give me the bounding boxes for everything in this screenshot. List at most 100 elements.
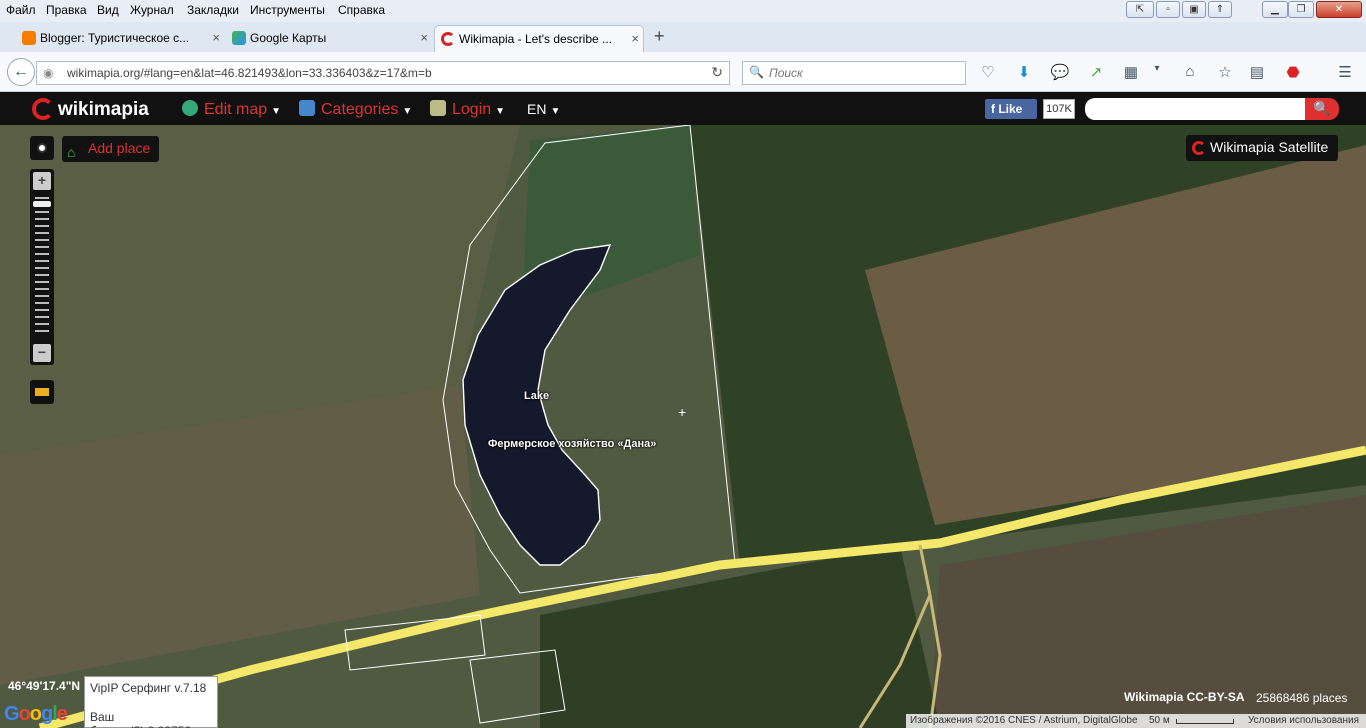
zoom-out-button[interactable]: −: [33, 344, 51, 362]
browser-search-input[interactable]: 🔍 Поиск: [742, 61, 966, 85]
like-count: 107K: [1043, 99, 1075, 119]
adblock-icon[interactable]: ⬣: [1282, 63, 1304, 81]
url-bar[interactable]: ◉ wikimapia.org/#lang=en&lat=46.821493&l…: [36, 61, 730, 85]
zoom-tick: [35, 197, 49, 199]
zoom-slider-handle[interactable]: [33, 200, 51, 207]
ruler-icon: [35, 388, 49, 396]
wikimapia-search-input[interactable]: [1085, 98, 1306, 120]
facebook-like-button[interactable]: f Like: [985, 99, 1037, 119]
chevron-down-icon: ▼: [495, 106, 506, 117]
login-label: Login: [452, 101, 492, 118]
add-place-button[interactable]: ⌂ Add place: [62, 136, 159, 162]
pocket-icon[interactable]: ♡: [977, 63, 999, 81]
chevron-down-icon: ▼: [271, 106, 282, 117]
language-selector[interactable]: EN ▼: [527, 101, 560, 117]
zoom-tick: [35, 274, 49, 276]
bookmarks-list-icon[interactable]: ▤: [1246, 63, 1268, 81]
scale-label: 50 м: [1149, 715, 1170, 726]
extension-icon[interactable]: ▦: [1120, 63, 1142, 81]
reload-icon[interactable]: ↻: [711, 64, 723, 81]
search-placeholder: Поиск: [769, 66, 803, 80]
google-maps-icon: [232, 31, 246, 45]
tab-blogger[interactable]: Blogger: Туристическое с... ×: [16, 25, 224, 52]
zoom-tick: [35, 211, 49, 213]
tab-close-icon[interactable]: ×: [420, 25, 428, 51]
back-button[interactable]: ←: [7, 58, 35, 86]
menu-tools[interactable]: Инструменты: [250, 3, 325, 17]
zoom-tick: [35, 225, 49, 227]
edit-map-label: Edit map: [204, 101, 268, 118]
zoom-in-button[interactable]: +: [33, 172, 51, 190]
search-engine-icon: 🔍: [749, 65, 764, 79]
attribution-bar: Изображения ©2016 CNES / Astrium, Digita…: [906, 714, 1366, 728]
login-menu[interactable]: Login ▼: [430, 100, 505, 119]
scale-bar: [1176, 719, 1234, 724]
satellite-map[interactable]: ⌂ Add place Wikimapia Satellite + − Lake…: [0, 125, 1366, 728]
zoom-tick: [35, 267, 49, 269]
tab-label: Google Карты: [250, 31, 327, 45]
edit-map-menu[interactable]: Edit map ▼: [182, 100, 281, 119]
window-tool-icon[interactable]: ▣: [1182, 1, 1206, 18]
wikimapia-header: wikimapia Edit map ▼ Categories ▼ Login ▼ E…: [0, 92, 1366, 125]
add-place-icon: ⌂: [67, 144, 76, 160]
terms-link[interactable]: Условия использования: [1248, 715, 1359, 726]
chat-icon[interactable]: 💬: [1049, 63, 1071, 81]
satellite-layer-button[interactable]: Wikimapia Satellite: [1186, 135, 1338, 161]
zoom-tick: [35, 260, 49, 262]
menu-bookmarks[interactable]: Закладки: [187, 3, 239, 17]
vipip-widget[interactable]: VipIP Серфинг v.7.18 Ваш баланс($):2.027…: [84, 676, 218, 728]
lake-label[interactable]: Lake: [524, 390, 549, 402]
places-count: 25868486 places: [1256, 691, 1348, 705]
zoom-control[interactable]: + −: [30, 169, 54, 365]
location-button[interactable]: [30, 136, 54, 160]
zoom-tick: [35, 323, 49, 325]
coordinates-readout: 46°49'17.4"N: [8, 679, 81, 693]
tab-close-icon[interactable]: ×: [631, 26, 639, 52]
like-label: Like: [998, 102, 1023, 116]
chevron-down-icon: ▼: [550, 106, 561, 117]
login-icon: [430, 100, 446, 116]
target-icon: [37, 143, 47, 153]
add-place-label: Add place: [88, 140, 151, 156]
zoom-tick: [35, 295, 49, 297]
tab-close-icon[interactable]: ×: [212, 25, 220, 51]
ruler-button[interactable]: [30, 380, 54, 404]
satellite-layer-label: Wikimapia Satellite: [1210, 139, 1329, 155]
globe-edit-icon: [182, 100, 198, 116]
zoom-tick: [35, 309, 49, 311]
menu-hamburger-icon[interactable]: ☰: [1334, 63, 1356, 81]
close-window-button[interactable]: ✕: [1316, 1, 1362, 18]
tab-google-maps[interactable]: Google Карты ×: [226, 25, 432, 52]
menu-history[interactable]: Журнал: [130, 3, 174, 17]
restore-tool-icon[interactable]: ⇱: [1126, 1, 1154, 18]
zoom-tick: [35, 253, 49, 255]
home-icon[interactable]: ⌂: [1179, 63, 1201, 80]
menu-help[interactable]: Справка: [338, 3, 385, 17]
blogger-icon: [22, 31, 36, 45]
up-tool-icon[interactable]: ⇑: [1208, 1, 1232, 18]
zoom-tick: [35, 232, 49, 234]
search-button[interactable]: 🔍: [1305, 98, 1339, 120]
maximize-button[interactable]: ❐: [1288, 1, 1314, 18]
categories-icon: [299, 100, 315, 116]
bookmark-star-icon[interactable]: ☆: [1214, 63, 1236, 81]
url-text: wikimapia.org/#lang=en&lat=46.821493&lon…: [67, 66, 432, 80]
wikimapia-icon: [441, 32, 455, 46]
navigation-bar: ← ◉ wikimapia.org/#lang=en&lat=46.821493…: [0, 52, 1366, 92]
new-tab-button[interactable]: +: [654, 26, 665, 47]
share-icon[interactable]: ↗: [1085, 63, 1107, 81]
categories-menu[interactable]: Categories ▼: [299, 100, 412, 119]
menu-edit[interactable]: Правка: [46, 3, 87, 17]
minimize-tool-icon[interactable]: ▫: [1156, 1, 1180, 18]
crosshair-icon: +: [678, 404, 687, 420]
tab-wikimapia[interactable]: Wikimapia - Let's describe ... ×: [434, 25, 644, 52]
farm-label[interactable]: Фермерское хозяйство «Дана»: [488, 438, 656, 450]
menu-view[interactable]: Вид: [97, 3, 119, 17]
dropdown-icon[interactable]: ▾: [1146, 63, 1168, 74]
minimize-button[interactable]: ▁: [1262, 1, 1288, 18]
license-text[interactable]: Wikimapia CC-BY-SA: [1124, 690, 1245, 704]
imagery-attribution: Изображения ©2016 CNES / Astrium, Digita…: [910, 715, 1138, 726]
menu-file[interactable]: Файл: [6, 3, 36, 17]
zoom-tick: [35, 316, 49, 318]
download-icon[interactable]: ⬇: [1013, 63, 1035, 81]
